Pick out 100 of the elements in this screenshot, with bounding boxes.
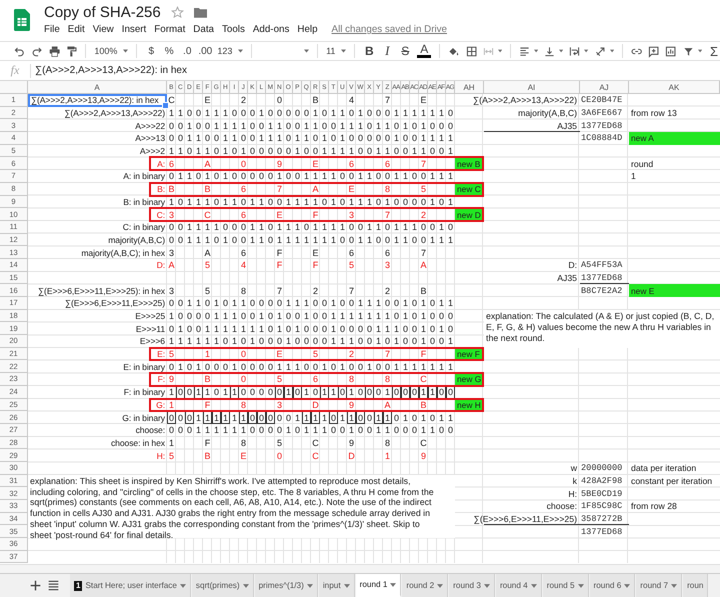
binary-digit: 1 [330, 221, 337, 234]
sheet-tab[interactable]: round 6 [590, 574, 636, 597]
fill-handle[interactable] [162, 102, 169, 109]
caret-icon [238, 49, 244, 53]
percent-button[interactable]: % [163, 46, 176, 56]
binary-digit: 0 [248, 132, 256, 145]
hex-digit: D [311, 398, 320, 412]
binary-digit: 0 [330, 132, 337, 145]
hex-value: 1377ED68 [581, 272, 622, 283]
align-left-icon[interactable] [518, 44, 530, 58]
binary-digit: 1 [212, 297, 220, 310]
sheets-logo-icon[interactable] [14, 9, 30, 31]
number-format-dropdown[interactable]: 123 [217, 46, 244, 56]
sheet-tab[interactable]: 1 Start Here; user interface [70, 574, 191, 597]
hex-value: 1377ED68 [581, 120, 622, 131]
functions-button[interactable]: Σ [708, 44, 720, 58]
sheet-tab[interactable]: sqrt(primes) [192, 574, 254, 597]
binary-digit: 1 [312, 196, 319, 208]
binary-digit: 0 [428, 335, 436, 348]
menu-item[interactable]: File [40, 24, 64, 35]
menu-item[interactable]: Edit [64, 24, 89, 35]
sheet-tab[interactable]: round 4 [496, 574, 542, 597]
font-size-dropdown[interactable]: 11 [326, 46, 346, 56]
comment-icon[interactable] [648, 44, 660, 58]
document-title[interactable]: Copy of SHA-256 [44, 4, 161, 21]
decrease-decimals-button[interactable]: .0 [181, 46, 194, 56]
selected-cell[interactable]: ∑(A>>>2,A>>>13,A>>>22): in hex [28, 94, 167, 107]
paint-roller-icon[interactable] [66, 44, 78, 58]
hex-digit: B [203, 373, 212, 386]
text-rotation-icon[interactable] [594, 44, 606, 58]
sheet-tab[interactable]: round 2 [402, 574, 448, 597]
sheet-tab[interactable]: primes^(1/3) [254, 574, 318, 597]
sheet-tab[interactable]: round 7 [636, 574, 682, 597]
binary-digit: 1 [168, 107, 175, 120]
binary-digit: 0 [410, 424, 418, 437]
increase-decimals-button[interactable]: .00 [199, 46, 212, 56]
binary-digit: 0 [168, 120, 175, 132]
binary-digit: 1 [320, 145, 328, 158]
binary-digit: 1 [204, 424, 211, 437]
currency-button[interactable]: $ [145, 46, 158, 56]
strikethrough-button[interactable]: S [399, 44, 412, 58]
menu-item[interactable]: View [88, 24, 118, 35]
hex-digit: 2 [312, 284, 319, 297]
binary-digit: 1 [320, 221, 328, 234]
binary-digit: 1 [240, 322, 247, 336]
zoom-dropdown[interactable]: 100% [94, 46, 128, 56]
bold-button[interactable]: B [363, 44, 376, 58]
sheet-tab[interactable]: round 5 [542, 574, 589, 597]
binary-digit: 1 [258, 322, 265, 336]
sheet-tab[interactable]: round 1 [356, 574, 402, 597]
folder-icon[interactable] [194, 7, 207, 18]
column-header[interactable]: AJ [580, 81, 629, 94]
sheet-list-icon[interactable] [48, 580, 58, 591]
column-header[interactable]: AH [455, 81, 484, 94]
column-header[interactable]: AK [629, 81, 720, 94]
binary-digit: 0 [258, 335, 265, 348]
binary-digit: 1 [330, 297, 337, 310]
save-status-link[interactable]: All changes saved in Drive [332, 24, 447, 35]
binary-digit: 0 [176, 221, 184, 234]
binary-digit: 0 [392, 297, 400, 310]
hex-digit: 4 [348, 94, 355, 107]
chart-icon[interactable] [665, 44, 677, 58]
binary-digit: 1 [168, 386, 175, 398]
row-label: choose: [136, 425, 165, 436]
binary-digit: 0 [266, 297, 274, 310]
cell-label: AJ35 [557, 272, 577, 283]
add-sheet-icon[interactable] [30, 580, 40, 591]
star-icon[interactable] [170, 6, 184, 19]
menu-item[interactable]: Insert [118, 24, 150, 35]
sheet-tab[interactable]: round 3 [449, 574, 495, 597]
binary-digit: 0 [374, 170, 382, 183]
binary-digit: 1 [312, 424, 319, 437]
row-label: A>>>22 [135, 120, 165, 131]
borders-icon[interactable] [466, 44, 477, 58]
text-color-button[interactable]: A [417, 44, 432, 58]
vertical-align-icon[interactable] [544, 44, 556, 58]
menu-item[interactable]: Add-ons [248, 24, 294, 35]
menu-item[interactable]: Data [189, 24, 218, 35]
sheet-tab[interactable]: roun [683, 574, 708, 597]
italic-button[interactable]: I [381, 43, 394, 59]
binary-digit: 0 [222, 335, 229, 348]
binary-digit: 1 [356, 297, 364, 310]
binary-digit: 1 [194, 424, 202, 437]
undo-icon[interactable] [14, 44, 26, 58]
print-icon[interactable] [48, 44, 60, 58]
binary-digit: 1 [402, 107, 409, 120]
text-wrap-icon[interactable] [569, 44, 580, 58]
sheet-tab[interactable]: input [318, 574, 355, 597]
binary-digit: 1 [420, 310, 427, 322]
column-header[interactable]: A [28, 81, 167, 94]
binary-digit: 0 [338, 386, 347, 398]
binary-digit: 0 [384, 234, 391, 246]
redo-icon[interactable] [31, 44, 43, 58]
formula-field[interactable]: ∑(A>>>2,A>>>13,A>>>22): in hex [35, 65, 187, 76]
column-header[interactable]: AI [484, 81, 580, 94]
binary-digit: 0 [266, 322, 274, 336]
binary-digit: 0 [302, 107, 310, 120]
menu-item[interactable]: Tools [218, 24, 249, 35]
menu-item[interactable]: Format [150, 24, 190, 35]
menu-item[interactable]: Help [293, 24, 322, 35]
